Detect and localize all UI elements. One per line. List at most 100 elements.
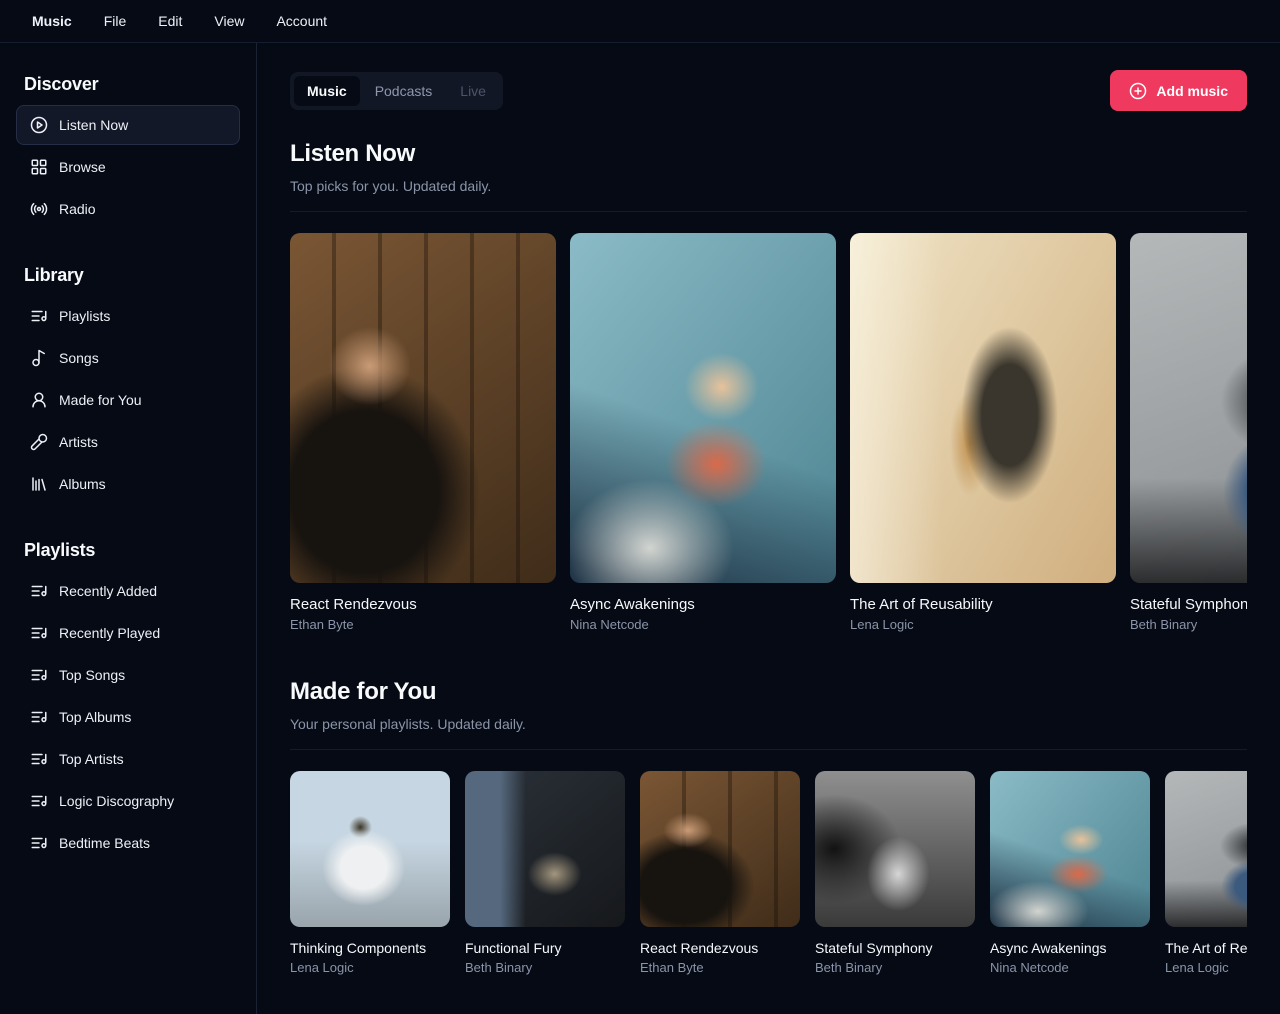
sidebar: Discover Listen Now Browse Radio Library Play… (0, 43, 257, 1014)
sidebar-heading: Discover (16, 74, 240, 95)
album-art-image (570, 233, 836, 583)
user-round-icon (30, 391, 48, 409)
album-card[interactable]: The Art of Reusability Lena Logic (850, 233, 1116, 632)
album-title: Async Awakenings (990, 940, 1150, 956)
album-title: Thinking Components (290, 940, 450, 956)
album-artist: Beth Binary (815, 960, 975, 975)
album-art-image (290, 233, 556, 583)
tab-live: Live (447, 76, 499, 106)
album-title: React Rendezvous (640, 940, 800, 956)
album-row: Thinking ComponentsLena LogicFunctional … (290, 771, 1247, 975)
sidebar-item-logic-discography[interactable]: Logic Discography (16, 781, 240, 821)
add-music-button[interactable]: Add music (1110, 70, 1247, 111)
album-card[interactable]: The Art of Reusability Lena Logic (1165, 771, 1247, 975)
sidebar-item-bedtime-beats[interactable]: Bedtime Beats (16, 823, 240, 863)
sidebar-item-label: Recently Added (59, 583, 157, 599)
sidebar-heading: Playlists (16, 540, 240, 561)
menu-view[interactable]: View (198, 7, 260, 35)
music-app-window: MusicFileEditViewAccount DiscoverListen … (0, 0, 1280, 1014)
album-title: Async Awakenings (570, 596, 836, 613)
album-card[interactable]: Functional Fury Beth Binary (465, 771, 625, 975)
album-card[interactable]: Async Awakenings Nina Netcode (570, 233, 836, 632)
sidebar-item-top-songs[interactable]: Top Songs (16, 655, 240, 695)
album-title: The Art of Reusability (850, 596, 1116, 613)
album-art-image (1130, 233, 1247, 583)
album-card[interactable]: React Rendezvous Ethan Byte (640, 771, 800, 975)
sections-container: Listen Now Top picks for you. Updated dai… (290, 140, 1247, 975)
radio-icon (30, 200, 48, 218)
menu-file[interactable]: File (88, 7, 143, 35)
list-music-icon (30, 792, 48, 810)
album-card[interactable]: Stateful Symphony Beth Binary (1130, 233, 1247, 632)
section-subtitle: Your personal playlists. Updated daily. (290, 716, 1247, 732)
sidebar-section-discover: Discover Listen Now Browse Radio (0, 74, 256, 229)
album-card[interactable]: Stateful Symphony Beth Binary (815, 771, 975, 975)
sidebar-item-albums[interactable]: Albums (16, 464, 240, 504)
album-title: Functional Fury (465, 940, 625, 956)
sidebar-item-label: Top Songs (59, 667, 125, 683)
sidebar-item-label: Browse (59, 159, 106, 175)
list-music-icon (30, 624, 48, 642)
album-artist: Lena Logic (850, 617, 1116, 632)
sidebar-item-label: Recently Played (59, 625, 160, 641)
album-art-image (465, 771, 625, 927)
sidebar-item-label: Radio (59, 201, 96, 217)
sidebar-item-browse[interactable]: Browse (16, 147, 240, 187)
album-artist: Nina Netcode (570, 617, 836, 632)
play-circle-icon (30, 116, 48, 134)
sidebar-item-radio[interactable]: Radio (16, 189, 240, 229)
album-card[interactable]: Async Awakenings Nina Netcode (990, 771, 1150, 975)
sidebar-item-label: Songs (59, 350, 99, 366)
album-title: Stateful Symphony (1130, 596, 1247, 613)
list-music-icon (30, 307, 48, 325)
album-card[interactable]: React RendezvousEthan Byte (290, 233, 556, 632)
sidebar-item-label: Made for You (59, 392, 142, 408)
content-header: MusicPodcastsLive Add music (290, 70, 1247, 111)
library-icon (30, 475, 48, 493)
sidebar-item-made-for-you[interactable]: Made for You (16, 380, 240, 420)
album-title: Stateful Symphony (815, 940, 975, 956)
main-content: MusicPodcastsLive Add music Listen Now To… (257, 43, 1280, 1014)
album-art-image (290, 771, 450, 927)
album-row: React RendezvousEthan ByteAsync Awakenin… (290, 233, 1247, 632)
sidebar-heading: Library (16, 265, 240, 286)
album-artist: Ethan Byte (290, 617, 556, 632)
menubar: MusicFileEditViewAccount (0, 0, 1280, 43)
album-artist: Beth Binary (1130, 617, 1247, 632)
menu-account[interactable]: Account (260, 7, 343, 35)
tab-music[interactable]: Music (294, 76, 360, 106)
album-artist: Ethan Byte (640, 960, 800, 975)
sidebar-item-label: Playlists (59, 308, 110, 324)
sidebar-item-label: Listen Now (59, 117, 128, 133)
album-title: The Art of Reusability (1165, 940, 1247, 956)
mic-icon (30, 433, 48, 451)
album-art-image (640, 771, 800, 927)
album-card[interactable]: Thinking ComponentsLena Logic (290, 771, 450, 975)
list-music-icon (30, 750, 48, 768)
sidebar-section-library: Library Playlists Songs Made for You Artists… (0, 265, 256, 504)
sidebar-item-recently-played[interactable]: Recently Played (16, 613, 240, 653)
album-artist: Beth Binary (465, 960, 625, 975)
section-subtitle: Top picks for you. Updated daily. (290, 178, 1247, 194)
list-music-icon (30, 834, 48, 852)
album-art-image (850, 233, 1116, 583)
sidebar-item-label: Top Albums (59, 709, 131, 725)
section-title: Listen Now (290, 140, 1247, 168)
separator (290, 211, 1247, 212)
album-artist: Lena Logic (1165, 960, 1247, 975)
album-art-image (990, 771, 1150, 927)
menu-music[interactable]: Music (16, 7, 88, 35)
list-music-icon (30, 582, 48, 600)
list-music-icon (30, 708, 48, 726)
section-title: Made for You (290, 678, 1247, 706)
sidebar-item-top-artists[interactable]: Top Artists (16, 739, 240, 779)
sidebar-item-playlists[interactable]: Playlists (16, 296, 240, 336)
sidebar-item-top-albums[interactable]: Top Albums (16, 697, 240, 737)
menu-edit[interactable]: Edit (142, 7, 198, 35)
tab-podcasts[interactable]: Podcasts (362, 76, 446, 106)
sidebar-item-songs[interactable]: Songs (16, 338, 240, 378)
sidebar-item-listen-now[interactable]: Listen Now (16, 105, 240, 145)
sidebar-item-artists[interactable]: Artists (16, 422, 240, 462)
sidebar-item-recently-added[interactable]: Recently Added (16, 571, 240, 611)
album-artist: Nina Netcode (990, 960, 1150, 975)
